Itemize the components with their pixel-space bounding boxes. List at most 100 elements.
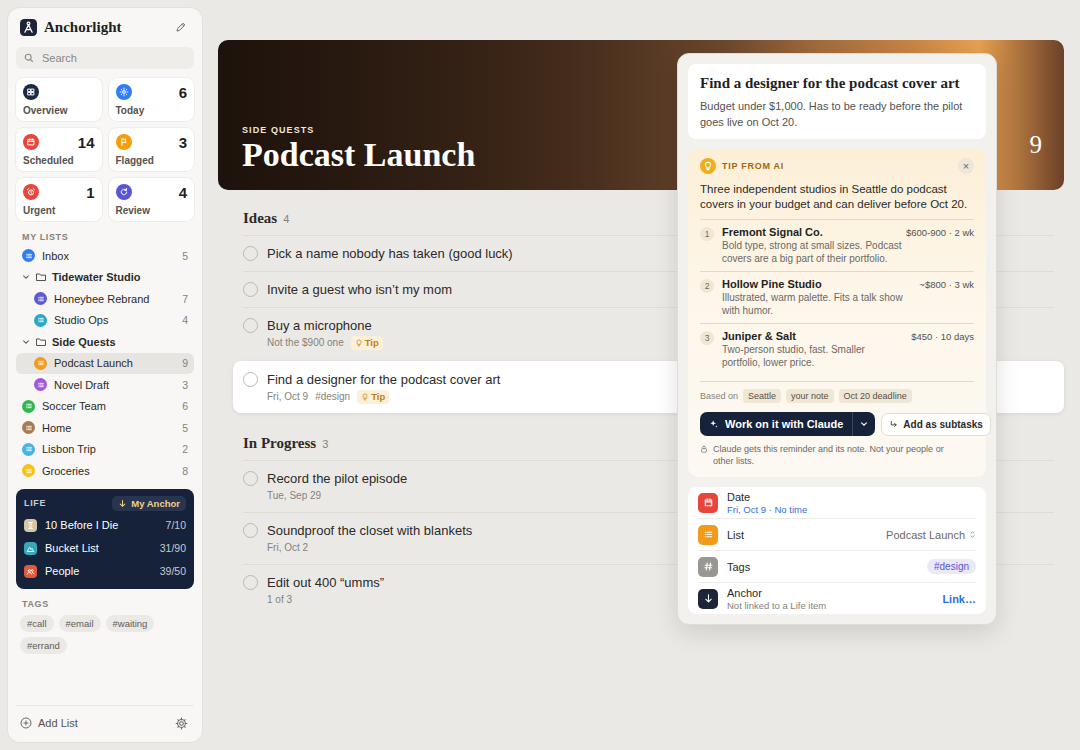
task-meta-text: Fri, Oct 2 [267,541,308,555]
smart-list-glyph-icon [26,137,36,147]
based-on-label: Based on [700,391,738,401]
smart-list-glyph-icon [26,187,36,197]
detail-title-card: Find a designer for the podcast cover ar… [688,64,986,139]
list-name: Lisbon Trip [42,443,175,455]
task-checkbox[interactable] [243,282,258,297]
search-field[interactable] [16,47,194,69]
smart-list-name: Flagged [116,155,188,166]
lock-icon [700,445,708,453]
smart-list-count: 6 [179,84,187,101]
studio-option[interactable]: 2 Hollow Pine Studio ~$800 · 3 wk Illust… [700,271,974,323]
task-checkbox[interactable] [243,372,258,387]
field-value: Fri, Oct 9 · No time [727,504,976,515]
option-price: $450 · 10 days [911,331,974,342]
detail-field[interactable]: List Podcast Launch [698,518,976,550]
smart-list-card[interactable]: 4 Review [109,178,195,221]
option-description: Two-person studio, fast. Smaller portfol… [722,343,904,369]
smart-list-top: 6 [116,83,188,101]
tag-chip[interactable]: #call [20,615,54,632]
tag-list: #call #email #waiting #errand [16,615,194,654]
smart-list-glyph-icon [119,187,129,197]
task-text: Edit out 400 “umms” 1 of 3 [267,574,384,607]
field-icon [698,557,718,577]
smart-list-icon [116,184,132,200]
task-title: Record the pilot episode [267,470,407,487]
ai-tip-bulb-icon [700,158,716,174]
smart-list-count: 3 [179,134,187,151]
list-row[interactable]: Groceries 8 [16,460,194,482]
search-input[interactable] [40,51,186,65]
smart-list-card[interactable]: 3 Flagged [109,128,195,171]
list-row[interactable]: Lisbon Trip 2 [16,439,194,461]
tag-chip[interactable]: #email [59,615,101,632]
compose-button[interactable] [172,18,190,36]
field-value[interactable]: Podcast Launch [886,529,976,541]
detail-field[interactable]: Anchor Not linked to a Life item Link… [698,582,976,614]
task-text: Record the pilot episode Tue, Sep 29 [267,470,407,503]
add-subtasks-button[interactable]: Add as subtasks [881,413,990,436]
smart-lists: Overview 6 Today 14 Scheduled 3 Flagged … [16,78,194,221]
field-select-label: Podcast Launch [886,529,965,541]
task-meta-text: #design [315,390,350,404]
list-row[interactable]: Home 5 [16,417,194,439]
field-tag-chip[interactable]: #design [927,559,976,574]
based-on-chip: your note [786,389,834,403]
list-row[interactable]: Podcast Launch 9 [16,353,194,375]
folder-row[interactable]: Tidewater Studio [16,267,194,289]
field-subtitle: Not linked to a Life item [727,600,933,611]
detail-title[interactable]: Find a designer for the podcast cover ar… [700,74,974,93]
studio-option[interactable]: 1 Fremont Signal Co. $600-900 · 2 wk Bol… [700,219,974,271]
list-count: 3 [182,379,188,391]
chevron-icon [22,338,30,346]
hero-title: Podcast Launch [242,137,475,173]
life-item[interactable]: People 39/50 [24,560,186,583]
task-checkbox[interactable] [243,471,258,486]
life-item[interactable]: Bucket List 31/90 [24,537,186,560]
list-name: Groceries [42,465,175,477]
add-list-label: Add List [38,717,78,729]
list-row[interactable]: Soccer Team 6 [16,396,194,418]
task-checkbox[interactable] [243,318,258,333]
smart-list-card[interactable]: Overview [16,78,102,121]
task-title: Edit out 400 “umms” [267,574,384,591]
tag-chip[interactable]: #waiting [106,615,155,632]
option-name: Fremont Signal Co. [722,226,823,238]
list-row[interactable]: Studio Ops 4 [16,310,194,332]
task-checkbox[interactable] [243,523,258,538]
studio-option[interactable]: 3 Juniper & Salt $450 · 10 days Two-pers… [700,323,974,375]
task-checkbox[interactable] [243,575,258,590]
option-description: Bold type, strong at small sizes. Podcas… [722,239,904,265]
life-item-count: 39/50 [160,565,186,577]
detail-note[interactable]: Budget under $1,000. Has to be ready bef… [700,98,974,130]
add-list-button[interactable]: Add List [20,717,78,729]
my-anchor-button[interactable]: My Anchor [112,496,186,511]
link-button[interactable]: Link… [942,593,976,605]
tip-badge[interactable]: Tip [351,336,383,350]
life-item[interactable]: 10 Before I Die 7/10 [24,514,186,537]
folder-row[interactable]: Side Quests [16,331,194,353]
tag-chip[interactable]: #errand [20,637,67,654]
list-row[interactable]: Honeybee Rebrand 7 [16,288,194,310]
tip-badge-label: Tip [365,336,379,350]
task-checkbox[interactable] [243,246,258,261]
list-lines-icon [25,467,33,475]
list-row[interactable]: Inbox 5 [16,245,194,267]
tip-badge[interactable]: Tip [357,390,389,404]
smart-list-card[interactable]: 14 Scheduled [16,128,102,171]
smart-list-card[interactable]: 1 Urgent [16,178,102,221]
detail-field[interactable]: Tags #design [698,550,976,582]
task-meta: 1 of 3 [267,593,384,607]
gear-icon [175,717,188,730]
claude-options-button[interactable] [852,412,875,436]
life-item-icon [24,542,37,555]
life-panel: LIFE My Anchor 10 Before I Die 7/10 Buck… [16,489,194,589]
tags-icon [703,561,714,572]
close-tip-button[interactable]: × [958,158,974,174]
life-label: LIFE [24,498,46,508]
work-with-claude-button[interactable]: Work on it with Claude [700,412,852,436]
list-row[interactable]: Novel Draft 3 [16,374,194,396]
smart-list-card[interactable]: 6 Today [109,78,195,121]
detail-field[interactable]: Date Fri, Oct 9 · No time [698,487,976,518]
settings-button[interactable] [172,714,190,732]
based-on-chip: Oct 20 deadline [839,389,912,403]
